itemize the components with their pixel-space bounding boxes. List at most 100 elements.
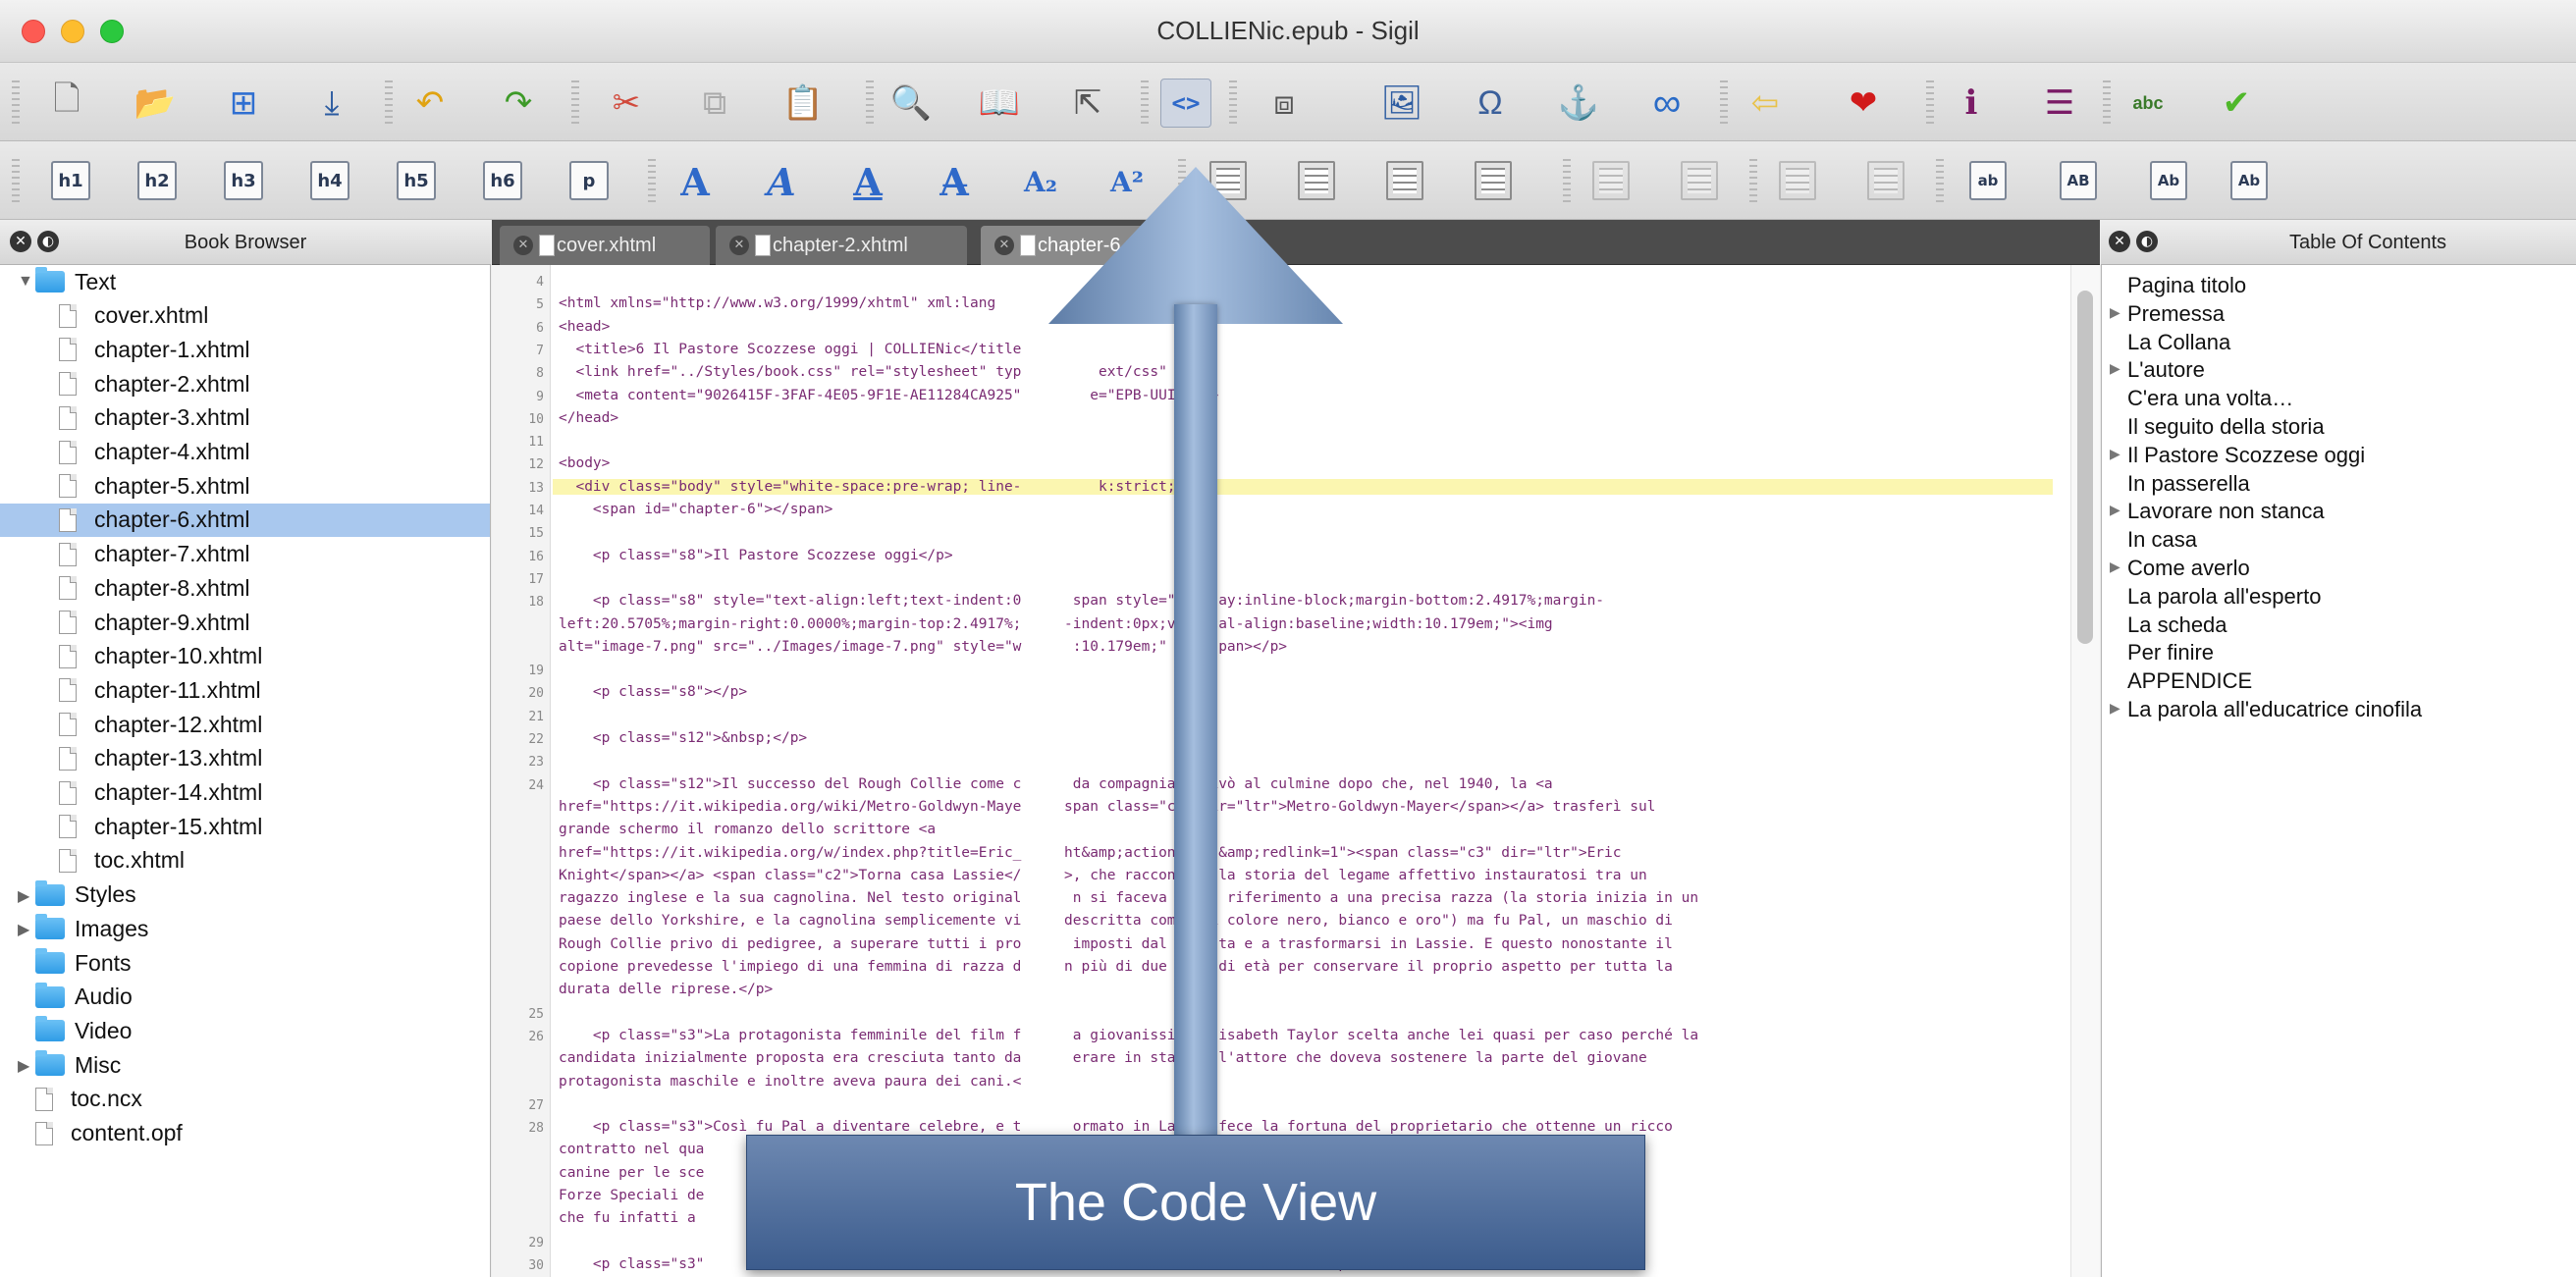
float-pane-icon[interactable]: ◐ — [2136, 231, 2158, 252]
spell-button[interactable]: abc — [2122, 79, 2174, 128]
folder-item[interactable]: Images — [35, 912, 148, 945]
file-item[interactable]: chapter-12.xhtml — [59, 708, 262, 741]
expand-arrow-icon[interactable]: ▶ — [2110, 304, 2120, 321]
toolbar-grip[interactable] — [866, 80, 874, 124]
expand-arrow-icon[interactable]: ▶ — [2110, 360, 2120, 377]
code-button[interactable]: <> — [1160, 79, 1211, 128]
strike-button[interactable]: A̶ — [929, 157, 980, 206]
expand-arrow-icon[interactable]: ▶ — [2110, 446, 2120, 462]
code-line[interactable]: <html xmlns="http://www.w3.org/1999/xhtm… — [559, 295, 995, 311]
toolbar-grip[interactable] — [1926, 80, 1934, 124]
toc-item[interactable]: Il seguito della storia — [2127, 414, 2325, 442]
toolbar-grip[interactable] — [1141, 80, 1149, 124]
code-line[interactable]: Rough Collie privo di pedigree, a supera… — [559, 936, 1673, 952]
file-item[interactable]: toc.xhtml — [59, 844, 185, 878]
file-item[interactable]: chapter-2.xhtml — [59, 367, 250, 400]
code-line[interactable]: <p class="s8">Il Pastore Scozzese oggi</… — [559, 548, 953, 563]
close-tab-icon[interactable]: ✕ — [513, 236, 533, 255]
open-button[interactable]: 📂 — [130, 79, 181, 128]
validate-button[interactable]: ✔ — [2211, 79, 2262, 128]
file-item[interactable]: chapter-3.xhtml — [59, 401, 250, 435]
new-button[interactable]: 🗋 — [41, 79, 92, 128]
heading-h4-button[interactable]: h4 — [310, 161, 349, 200]
code-line[interactable]: <p class="s8" style="text-align:left;tex… — [559, 593, 1604, 609]
paste-button[interactable]: 📋 — [778, 79, 829, 128]
toolbar-grip[interactable] — [385, 80, 393, 124]
file-item[interactable]: toc.ncx — [35, 1083, 142, 1116]
code-line[interactable]: <div class="body" style="white-space:pre… — [553, 478, 2053, 495]
file-item[interactable]: cover.xhtml — [59, 299, 208, 333]
code-line[interactable]: protagonista maschile e inoltre aveva pa… — [559, 1074, 1021, 1090]
meta-button[interactable]: ⧈ — [1259, 79, 1310, 128]
code-line[interactable]: paese dello Yorkshire, e la cagnolina se… — [559, 913, 1673, 929]
paragraph-tool-8-button[interactable] — [1867, 161, 1905, 200]
folder-item[interactable]: Styles — [35, 878, 136, 912]
code-line[interactable]: <body> — [559, 455, 610, 471]
code-editor[interactable]: 4 5 6 7 8 9 10 11 12 13 14 15 16 17 18 19 20 21 22 23 24 25 26… — [492, 265, 2100, 1277]
folder-item[interactable]: Video — [35, 1014, 132, 1047]
case-3-button[interactable]: Ab — [2150, 161, 2187, 200]
collapsed-arrow-icon[interactable]: ▶ — [18, 886, 29, 906]
file-item[interactable]: chapter-7.xhtml — [59, 538, 250, 571]
code-line[interactable]: left:20.5705%;margin-right:0.0000%;margi… — [559, 616, 1553, 632]
split-button[interactable]: ⇱ — [1062, 79, 1113, 128]
special-button[interactable]: Ω — [1465, 79, 1516, 128]
tab-2[interactable]: ✕ chapter-2.xhtml — [716, 226, 967, 265]
toc-item[interactable]: In casa — [2127, 527, 2197, 555]
toc-item[interactable]: C'era una volta… — [2127, 386, 2293, 413]
toc-item[interactable]: APPENDICE — [2127, 668, 2252, 696]
file-item[interactable]: chapter-11.xhtml — [59, 673, 261, 707]
toolbar-grip[interactable] — [1563, 159, 1571, 202]
toc-item[interactable]: Per finire — [2127, 640, 2214, 667]
heading-p-button[interactable]: p — [569, 161, 609, 200]
paragraph-tool-6-button[interactable] — [1681, 161, 1718, 200]
file-item[interactable]: chapter-8.xhtml — [59, 571, 250, 605]
heading-h5-button[interactable]: h5 — [397, 161, 436, 200]
code-line[interactable]: <p class="s3">Così fu Pal a diventare ce… — [559, 1119, 1673, 1135]
close-tab-icon[interactable]: ✕ — [729, 236, 749, 255]
save-button[interactable]: ⤓ — [306, 79, 357, 128]
bold-button[interactable]: A — [670, 157, 721, 206]
link-button[interactable]: ∞ — [1641, 79, 1692, 128]
code-line[interactable]: grande schermo il romanzo dello scrittor… — [559, 822, 936, 837]
code-line[interactable]: href="https://it.wikipedia.org/w/index.p… — [559, 845, 1622, 861]
favorite-button[interactable]: ❤ — [1838, 79, 1889, 128]
toolbar-grip[interactable] — [1936, 159, 1944, 202]
book-button[interactable]: 📖 — [974, 79, 1025, 128]
collapsed-arrow-icon[interactable]: ▶ — [18, 920, 29, 939]
expand-arrow-icon[interactable]: ▶ — [2110, 502, 2120, 518]
toolbar-grip[interactable] — [1229, 80, 1237, 124]
list-button[interactable]: ☰ — [2034, 79, 2085, 128]
add-button[interactable]: ⊞ — [218, 79, 269, 128]
redo-button[interactable]: ↷ — [493, 79, 544, 128]
toolbar-grip[interactable] — [12, 159, 20, 202]
code-line[interactable]: <head> — [559, 319, 610, 335]
toc-item[interactable]: La scheda — [2127, 612, 2227, 640]
superscript-button[interactable]: A² — [1101, 157, 1153, 206]
paragraph-tool-7-button[interactable] — [1779, 161, 1816, 200]
code-line[interactable]: ragazzo inglese e la sua cagnolina. Nel … — [559, 890, 1698, 906]
paragraph-tool-5-button[interactable] — [1592, 161, 1630, 200]
cut-button[interactable]: ✂ — [601, 79, 652, 128]
file-item[interactable]: chapter-5.xhtml — [59, 469, 250, 503]
toolbar-grip[interactable] — [648, 159, 656, 202]
folder-item[interactable]: Misc — [35, 1048, 121, 1082]
code-line[interactable]: <title>6 Il Pastore Scozzese oggi | COLL… — [559, 342, 1021, 357]
toc-item[interactable]: ▶ Come averlo — [2110, 556, 2250, 583]
toc-item[interactable]: Pagina titolo — [2127, 273, 2246, 300]
heading-h3-button[interactable]: h3 — [224, 161, 263, 200]
folder-item[interactable]: Text — [35, 265, 116, 298]
toolbar-grip[interactable] — [1749, 159, 1757, 202]
paragraph-tool-3-button[interactable] — [1386, 161, 1423, 200]
file-item[interactable]: chapter-15.xhtml — [59, 810, 262, 843]
back-button[interactable]: ⇦ — [1740, 79, 1791, 128]
toc-item[interactable]: ▶ La parola all'educatrice cinofila — [2110, 697, 2422, 724]
heading-h1-button[interactable]: h1 — [51, 161, 90, 200]
file-item[interactable]: content.opf — [35, 1117, 183, 1150]
file-item[interactable]: chapter-13.xhtml — [59, 742, 262, 775]
code-line[interactable]: che fu infatti a — [559, 1210, 696, 1226]
image-button[interactable]: 🖼 — [1376, 79, 1427, 128]
toolbar-grip[interactable] — [1720, 80, 1728, 124]
underline-button[interactable]: A — [842, 157, 893, 206]
toc-item[interactable]: In passerella — [2127, 471, 2250, 499]
